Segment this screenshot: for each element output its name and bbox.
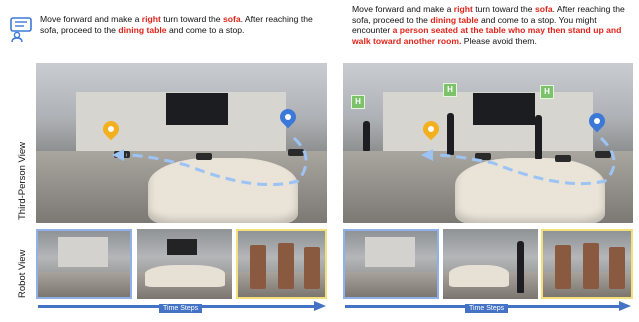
- right-robot-frame-2: [443, 229, 538, 299]
- robot-view-label: Robot View: [17, 249, 28, 298]
- third-person-view-label: Third-Person View: [17, 142, 28, 220]
- chat-person-icon: [9, 17, 33, 43]
- human-marker-icon: H: [443, 83, 457, 97]
- right-instruction: Move forward and make a right turn towar…: [352, 4, 625, 46]
- right-third-person-scene: H H H: [343, 63, 633, 223]
- right-time-steps-label: Time Steps: [465, 304, 509, 313]
- right-robot-frame-3: [541, 229, 633, 299]
- left-robot-frame-3: [236, 229, 327, 299]
- right-robot-frame-1: [343, 229, 439, 299]
- left-third-person-scene: [36, 63, 327, 223]
- left-time-steps-label: Time Steps: [159, 304, 203, 313]
- right-time-arrowhead: [619, 301, 631, 311]
- right-path-arrow: [421, 136, 616, 186]
- human-marker-icon: H: [351, 95, 365, 109]
- left-robot-frame-2: [137, 229, 232, 299]
- left-path-arrow: [112, 136, 308, 187]
- left-time-arrowhead: [314, 301, 326, 311]
- left-robot-frame-1: [36, 229, 132, 299]
- left-instruction: Move forward and make a right turn towar…: [40, 14, 313, 35]
- human-marker-icon: H: [540, 85, 554, 99]
